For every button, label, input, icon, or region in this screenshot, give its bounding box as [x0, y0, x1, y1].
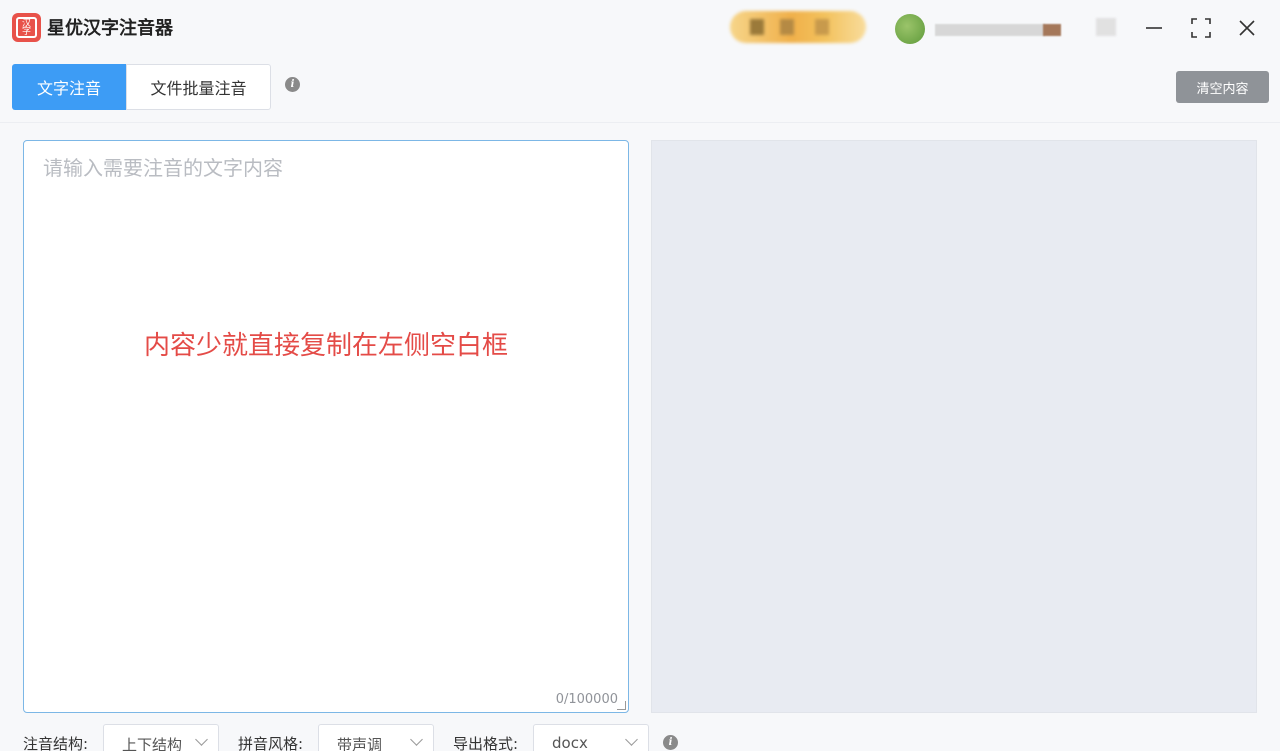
- clear-content-button[interactable]: 清空内容: [1176, 71, 1269, 103]
- tab-text-annotation[interactable]: 文字注音: [12, 64, 126, 110]
- structure-value: 上下结构: [122, 736, 183, 751]
- instruction-note: 内容少就直接复制在左侧空白框: [143, 331, 508, 361]
- app-title: 星优汉字注音器: [47, 18, 173, 39]
- info-icon[interactable]: i: [285, 77, 300, 92]
- pinyin-style-label: 拼音风格:: [238, 735, 304, 751]
- minimize-icon[interactable]: [1140, 14, 1168, 42]
- export-format-label: 导出格式:: [453, 735, 519, 751]
- tab-batch-file-annotation[interactable]: 文件批量注音: [126, 64, 271, 110]
- pinyin-style-select[interactable]: 带声调: [318, 724, 434, 751]
- info-icon[interactable]: i: [663, 735, 678, 750]
- structure-select[interactable]: 上下结构: [103, 724, 219, 751]
- close-icon[interactable]: [1233, 14, 1261, 42]
- annotation-result-area: [651, 140, 1257, 713]
- export-format-select[interactable]: docx: [533, 724, 649, 751]
- app-logo-text: 汉字: [16, 17, 37, 38]
- text-input-area[interactable]: 请输入需要注音的文字内容 内容少就直接复制在左侧空白框 0/100000: [23, 140, 629, 713]
- chevron-down-icon: [195, 733, 208, 746]
- structure-label: 注音结构:: [23, 735, 89, 751]
- export-format-value: docx: [552, 734, 588, 751]
- message-icon[interactable]: [1096, 18, 1116, 36]
- divider: [0, 122, 1280, 123]
- title-bar: 汉字 星优汉字注音器: [0, 0, 1280, 56]
- vip-badge[interactable]: [730, 11, 866, 43]
- character-counter: 0/100000: [555, 692, 618, 707]
- app-logo-icon: 汉字: [12, 13, 41, 42]
- chevron-down-icon: [625, 733, 638, 746]
- resize-handle-icon[interactable]: [617, 701, 626, 710]
- pinyin-style-value: 带声调: [337, 736, 383, 751]
- chevron-down-icon: [410, 733, 423, 746]
- maximize-icon[interactable]: [1187, 14, 1215, 42]
- user-account[interactable]: [895, 14, 1075, 44]
- input-placeholder: 请输入需要注音的文字内容: [43, 156, 283, 180]
- user-avatar: [895, 14, 925, 44]
